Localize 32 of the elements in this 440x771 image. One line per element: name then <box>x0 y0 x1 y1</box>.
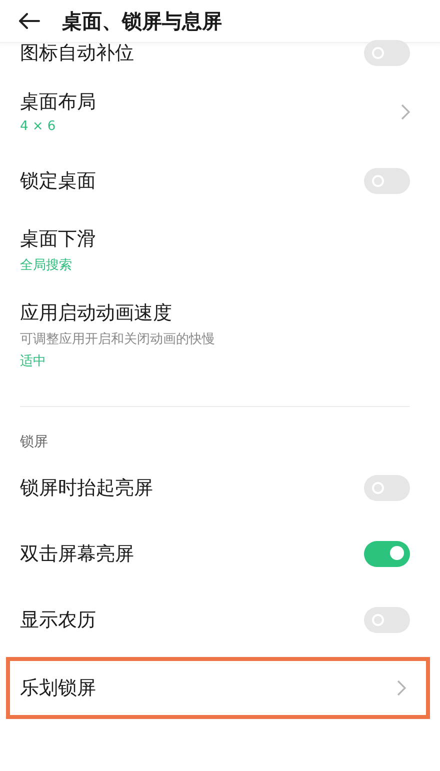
chevron-right-icon <box>401 104 410 120</box>
toggle-switch[interactable] <box>364 40 410 66</box>
setting-row[interactable]: 应用启动动画速度 可调整应用开启和关闭动画的快慢 适中 <box>0 288 440 384</box>
setting-title: 图标自动补位 <box>20 41 134 66</box>
toggle-switch[interactable] <box>364 541 410 567</box>
setting-value: 4 × 6 <box>20 119 57 134</box>
setting-title: 乐划锁屏 <box>20 676 96 701</box>
toggle-switch[interactable] <box>364 475 410 501</box>
setting-value: 适中 <box>20 353 47 370</box>
setting-title: 双击屏幕亮屏 <box>20 542 134 567</box>
setting-value: 全局搜索 <box>20 257 73 274</box>
chevron-right-icon <box>397 680 406 696</box>
setting-row[interactable]: 双击屏幕亮屏 <box>0 521 440 587</box>
setting-row[interactable]: 锁屏时抬起亮屏 <box>0 455 440 521</box>
toggle-switch[interactable] <box>364 168 410 194</box>
setting-row[interactable]: 桌面下滑 全局搜索 <box>0 214 440 288</box>
page-title: 桌面、锁屏与息屏 <box>62 8 222 34</box>
setting-title: 锁定桌面 <box>20 169 96 194</box>
setting-row[interactable]: 桌面布局 4 × 6 <box>0 77 440 148</box>
section-header: 锁屏 <box>19 433 49 452</box>
setting-title: 桌面下滑 <box>20 227 96 252</box>
setting-title: 应用启动动画速度 <box>20 301 173 326</box>
setting-title: 桌面布局 <box>20 90 96 115</box>
setting-title: 锁屏时抬起亮屏 <box>20 476 153 501</box>
setting-row[interactable]: 显示农历 <box>0 587 440 653</box>
setting-row[interactable]: 锁定桌面 <box>0 148 440 214</box>
toggle-switch[interactable] <box>364 607 410 633</box>
setting-title: 显示农历 <box>20 608 96 633</box>
setting-description: 可调整应用开启和关闭动画的快慢 <box>20 331 215 348</box>
back-icon[interactable] <box>18 13 40 29</box>
highlighted-setting-row[interactable]: 乐划锁屏 <box>6 657 430 719</box>
setting-row[interactable]: 图标自动补位 <box>0 37 440 77</box>
